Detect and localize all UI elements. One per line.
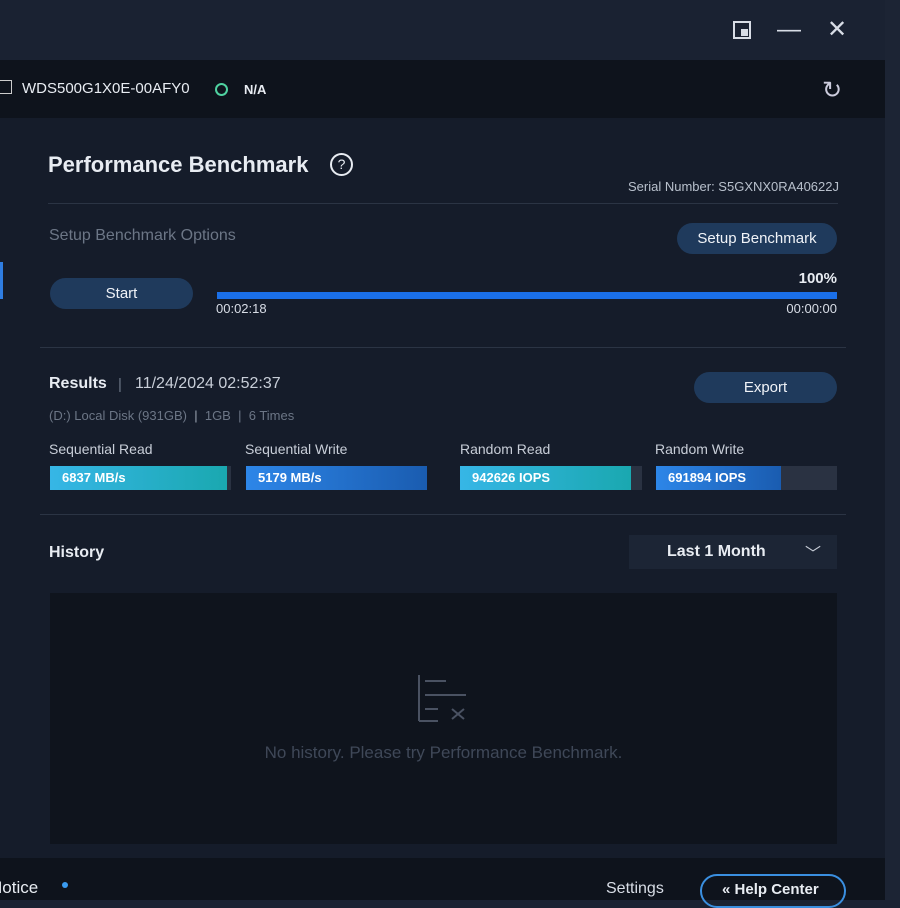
metric-bar-sequential-write: 5179 MB/s xyxy=(246,466,427,490)
history-panel: No history. Please try Performance Bench… xyxy=(50,593,837,844)
refresh-icon[interactable]: ↻ xyxy=(822,76,842,105)
drive-icon xyxy=(0,80,12,94)
metric-bar-random-write: 691894 IOPS xyxy=(656,466,837,490)
progress-percent: 100% xyxy=(798,270,837,287)
results-details: (D:) Local Disk (931GB) | 1GB | 6 Times xyxy=(49,408,295,423)
divider xyxy=(48,203,838,204)
metric-bar-sequential-read: 6837 MB/s xyxy=(50,466,231,490)
setup-benchmark-button[interactable]: Setup Benchmark xyxy=(677,223,837,254)
history-range-dropdown[interactable]: Last 1 Month ﹀ xyxy=(629,535,837,569)
metric-fill: 942626 IOPS xyxy=(460,466,632,490)
remaining-time: 00:00:00 xyxy=(786,301,837,316)
chevrons-left-icon: « xyxy=(722,881,731,898)
progress-bar xyxy=(217,292,837,299)
metric-fill: 5179 MB/s xyxy=(246,466,427,490)
results-datetime: 11/24/2024 02:52:37 xyxy=(135,375,281,392)
metric-label-sequential-write: Sequential Write xyxy=(245,441,348,457)
device-name[interactable]: WDS500G1X0E-00AFY0 xyxy=(22,80,190,97)
help-icon[interactable]: ? xyxy=(330,153,353,176)
history-range-value: Last 1 Month xyxy=(667,543,766,560)
progress-fill xyxy=(217,292,837,299)
window-snap-icon[interactable] xyxy=(728,16,756,44)
metric-fill: 691894 IOPS xyxy=(656,466,781,490)
page-title: Performance Benchmark xyxy=(48,152,309,177)
scroll-strip xyxy=(885,0,900,900)
test-size: 1GB xyxy=(204,408,231,423)
test-count: 6 Times xyxy=(248,408,295,423)
history-title: History xyxy=(49,544,105,561)
separator: | xyxy=(118,376,122,393)
setup-options-label: Setup Benchmark Options xyxy=(49,227,236,244)
divider xyxy=(40,514,846,515)
title-bar: — ✕ xyxy=(0,0,885,60)
metric-label-sequential-read: Sequential Read xyxy=(49,441,153,457)
metric-label-random-write: Random Write xyxy=(655,441,745,457)
minimize-icon[interactable]: — xyxy=(775,16,803,44)
chevron-down-icon: ﹀ xyxy=(805,546,822,563)
results-title: Results xyxy=(49,375,107,392)
footer: Notice Settings « Help Center xyxy=(0,858,885,908)
status-ring-icon xyxy=(215,83,228,96)
start-button[interactable]: Start xyxy=(50,278,193,309)
serial-number: Serial Number: S5GXNX0RA40622J xyxy=(628,179,839,194)
notice-link[interactable]: Notice xyxy=(0,878,38,898)
empty-history-message: No history. Please try Performance Bench… xyxy=(264,743,623,762)
device-status: N/A xyxy=(244,82,267,97)
sidebar-selection-indicator xyxy=(0,262,3,299)
help-center-label: Help Center xyxy=(734,881,819,898)
close-icon[interactable]: ✕ xyxy=(823,16,851,44)
disk-info: (D:) Local Disk (931GB) xyxy=(49,408,187,423)
metric-bar-random-read: 942626 IOPS xyxy=(460,466,642,490)
elapsed-time: 00:02:18 xyxy=(216,301,267,316)
help-center-button[interactable]: « Help Center xyxy=(700,874,846,908)
metric-label-random-read: Random Read xyxy=(460,441,551,457)
export-button[interactable]: Export xyxy=(694,372,837,403)
divider xyxy=(40,347,846,348)
device-bar: WDS500G1X0E-00AFY0 N/A ↻ xyxy=(0,60,885,118)
settings-link[interactable]: Settings xyxy=(606,880,664,898)
empty-list-icon xyxy=(418,675,466,722)
notice-dot-icon xyxy=(62,882,68,888)
metric-fill: 6837 MB/s xyxy=(50,466,228,490)
